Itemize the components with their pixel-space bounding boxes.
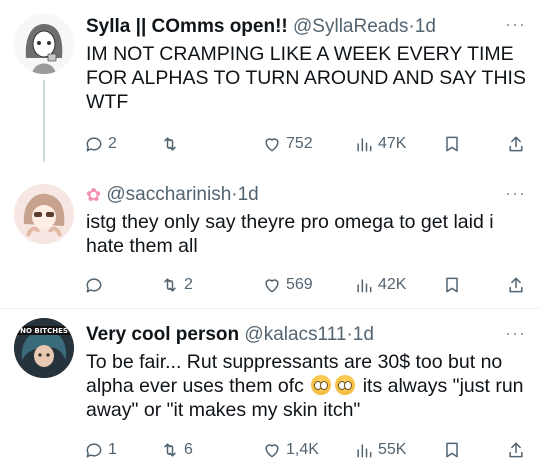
retweet-button[interactable]: 6 bbox=[160, 437, 193, 463]
tweet-2[interactable]: ✿ @saccharinish·1d ··· istg they only sa… bbox=[0, 172, 540, 302]
avatar[interactable] bbox=[14, 184, 74, 244]
more-icon[interactable]: ··· bbox=[505, 323, 526, 344]
timestamp[interactable]: 1d bbox=[238, 184, 259, 205]
avatar-illustration: NO BITCHES bbox=[14, 318, 74, 378]
retweet-icon bbox=[164, 278, 176, 292]
reply-icon bbox=[86, 137, 102, 152]
user-handle[interactable]: @kalacs111 bbox=[244, 324, 346, 345]
thread-line bbox=[43, 80, 45, 162]
share-button[interactable] bbox=[506, 437, 526, 463]
retweet-count: 6 bbox=[184, 441, 193, 458]
tweet-3[interactable]: NO BITCHES Very cool person @kalacs111·1… bbox=[0, 312, 540, 468]
views-icon bbox=[357, 444, 372, 458]
avatar-caption: NO BITCHES bbox=[20, 327, 68, 335]
like-count: 569 bbox=[286, 276, 313, 293]
views-count: 55K bbox=[378, 441, 407, 458]
like-button[interactable]: 752 bbox=[262, 131, 313, 157]
user-handle[interactable]: @saccharinish bbox=[106, 184, 231, 205]
display-name[interactable]: Sylla || COmms open!! bbox=[86, 16, 288, 37]
like-icon bbox=[265, 279, 279, 293]
like-button[interactable]: 569 bbox=[262, 272, 313, 298]
avatar[interactable]: NO BITCHES bbox=[14, 318, 74, 378]
bookmark-button[interactable] bbox=[442, 437, 462, 463]
share-icon bbox=[509, 136, 523, 152]
avatar-illustration bbox=[14, 14, 74, 74]
timestamp[interactable]: 1d bbox=[353, 324, 374, 345]
action-bar: 2 569 42K bbox=[74, 272, 534, 298]
rolling-eyes-emoji bbox=[311, 375, 332, 395]
tweet-text: istg they only say theyre pro omega to g… bbox=[86, 211, 494, 257]
tweet-1[interactable]: Sylla || COmms open!! @SyllaReads·1d ···… bbox=[0, 0, 540, 162]
share-button[interactable] bbox=[506, 131, 526, 157]
share-icon bbox=[509, 442, 523, 458]
action-bar: 2 752 47K bbox=[74, 131, 534, 157]
bookmark-icon bbox=[446, 442, 458, 458]
flower-emoji: ✿ bbox=[86, 185, 102, 205]
bookmark-button[interactable] bbox=[442, 272, 462, 298]
views-button[interactable]: 47K bbox=[354, 131, 406, 157]
bookmark-button[interactable] bbox=[442, 131, 462, 157]
views-count: 47K bbox=[378, 135, 407, 152]
action-bar: 1 6 1,4K 55K bbox=[74, 437, 534, 463]
share-button[interactable] bbox=[506, 272, 526, 298]
timestamp[interactable]: 1d bbox=[415, 16, 436, 37]
views-button[interactable]: 55K bbox=[354, 437, 406, 463]
like-button[interactable]: 1,4K bbox=[262, 437, 319, 463]
bookmark-icon bbox=[446, 136, 458, 152]
avatar[interactable] bbox=[14, 14, 74, 74]
reply-icon bbox=[86, 278, 102, 293]
display-name[interactable]: Very cool person bbox=[86, 324, 239, 345]
reply-button[interactable]: 2 bbox=[84, 131, 117, 157]
more-icon[interactable]: ··· bbox=[505, 14, 526, 35]
reply-icon bbox=[86, 443, 102, 458]
tweet-header: Very cool person @kalacs111·1d bbox=[86, 323, 374, 347]
like-icon bbox=[265, 444, 279, 458]
reply-button[interactable] bbox=[84, 272, 108, 298]
views-button[interactable]: 42K bbox=[354, 272, 406, 298]
reply-count: 2 bbox=[108, 135, 117, 152]
like-icon bbox=[265, 138, 279, 152]
like-count: 1,4K bbox=[286, 441, 319, 458]
like-count: 752 bbox=[286, 135, 313, 152]
retweet-icon bbox=[164, 443, 176, 457]
views-count: 42K bbox=[378, 276, 407, 293]
retweet-count: 2 bbox=[184, 276, 193, 293]
tweet-text: IM NOT CRAMPING LIKE A WEEK EVERY TIME F… bbox=[86, 43, 526, 113]
bookmark-icon bbox=[446, 277, 458, 293]
views-icon bbox=[357, 279, 372, 293]
tweet-header: ✿ @saccharinish·1d bbox=[86, 183, 259, 207]
rolling-eyes-emoji bbox=[335, 375, 356, 395]
more-icon[interactable]: ··· bbox=[505, 183, 526, 204]
tweet-header: Sylla || COmms open!! @SyllaReads·1d bbox=[86, 15, 436, 39]
retweet-button[interactable]: 2 bbox=[160, 272, 193, 298]
reply-button[interactable]: 1 bbox=[84, 437, 117, 463]
user-handle[interactable]: @SyllaReads bbox=[293, 16, 408, 37]
views-icon bbox=[357, 138, 372, 152]
reply-count: 1 bbox=[108, 441, 117, 458]
share-icon bbox=[509, 277, 523, 293]
retweet-button[interactable] bbox=[160, 131, 184, 157]
avatar-illustration bbox=[14, 184, 74, 244]
retweet-icon bbox=[164, 137, 176, 151]
divider bbox=[0, 308, 540, 309]
tweet-text: To be fair... Rut suppressants are 30$ t… bbox=[86, 350, 526, 422]
